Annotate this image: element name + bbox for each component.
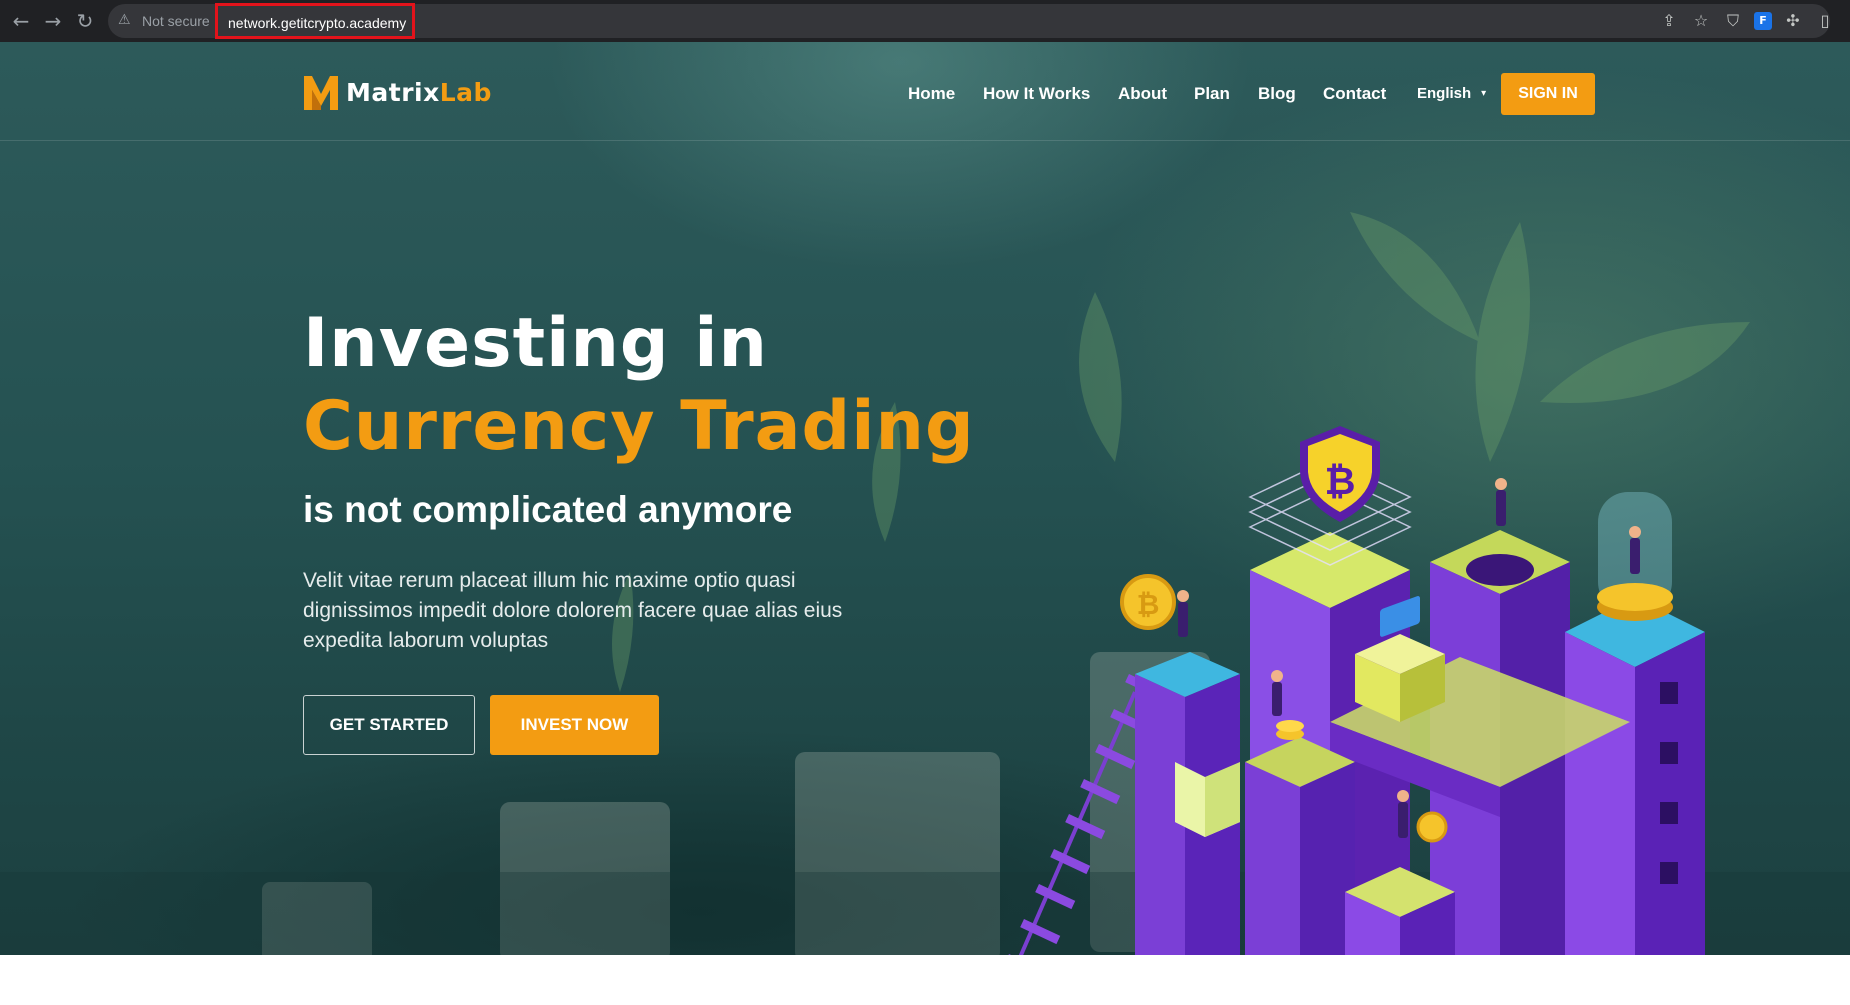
security-label[interactable]: Not secure — [142, 13, 210, 29]
url-highlight-box[interactable]: network.getitcrypto.academy — [215, 3, 415, 39]
star-icon[interactable]: ☆ — [1690, 8, 1712, 34]
isometric-towers: ₿ ₿ — [1120, 426, 1705, 955]
nav-home[interactable]: Home — [908, 84, 955, 104]
logo-text-matrix: Matrix — [346, 77, 440, 107]
nav-contact[interactable]: Contact — [1323, 84, 1386, 104]
hero-illustration: ₿ ₿ — [0, 212, 1850, 955]
language-selector[interactable]: English ▾ — [1417, 85, 1486, 102]
sidebar-icon[interactable]: ▯ — [1814, 8, 1836, 34]
warning-icon[interactable]: ⚠ — [118, 12, 131, 28]
logo-text-lab: Lab — [439, 77, 492, 107]
language-label: English — [1417, 85, 1472, 102]
f-extension-icon[interactable]: F — [1754, 12, 1772, 30]
share-icon[interactable]: ⇪ — [1658, 8, 1680, 34]
logo-m-icon — [304, 76, 338, 110]
shield-extension-icon[interactable]: ⛉ — [1722, 8, 1744, 34]
get-started-button[interactable]: GET STARTED — [303, 695, 475, 755]
svg-text:₿: ₿ — [1325, 459, 1356, 503]
url-text: network.getitcrypto.academy — [228, 15, 407, 31]
hero-title-line1: Investing in — [303, 304, 768, 383]
sign-in-button[interactable]: SIGN IN — [1501, 73, 1595, 115]
nav-about[interactable]: About — [1118, 84, 1167, 104]
site-logo[interactable]: Matrix Lab — [302, 72, 492, 112]
hero-description: Velit vitae rerum placeat illum hic maxi… — [303, 569, 843, 652]
back-icon[interactable]: ← — [8, 8, 34, 34]
nav-blog[interactable]: Blog — [1258, 84, 1296, 104]
svg-text:₿: ₿ — [1137, 588, 1160, 621]
nav-plan[interactable]: Plan — [1194, 84, 1230, 104]
hero-title-line2: Currency Trading — [303, 387, 975, 466]
chevron-down-icon: ▾ — [1481, 88, 1487, 99]
invest-now-button[interactable]: INVEST NOW — [490, 695, 659, 755]
browser-toolbar: ← → ↻ ⚠ Not secure network.getitcrypto.a… — [0, 0, 1850, 42]
toolbar-icons: ⇪ ☆ ⛉ F ✣ ▯ — [1658, 8, 1836, 34]
header-divider — [0, 140, 1850, 141]
hero-subtitle: is not complicated anymore — [303, 489, 793, 530]
forward-icon[interactable]: → — [40, 8, 66, 34]
puzzle-icon[interactable]: ✣ — [1782, 8, 1804, 34]
hero-section: ₿ ₿ Matrix Lab Home How It Works About P… — [0, 42, 1850, 955]
reload-icon[interactable]: ↻ — [72, 8, 98, 34]
nav-how-it-works[interactable]: How It Works — [983, 84, 1090, 104]
